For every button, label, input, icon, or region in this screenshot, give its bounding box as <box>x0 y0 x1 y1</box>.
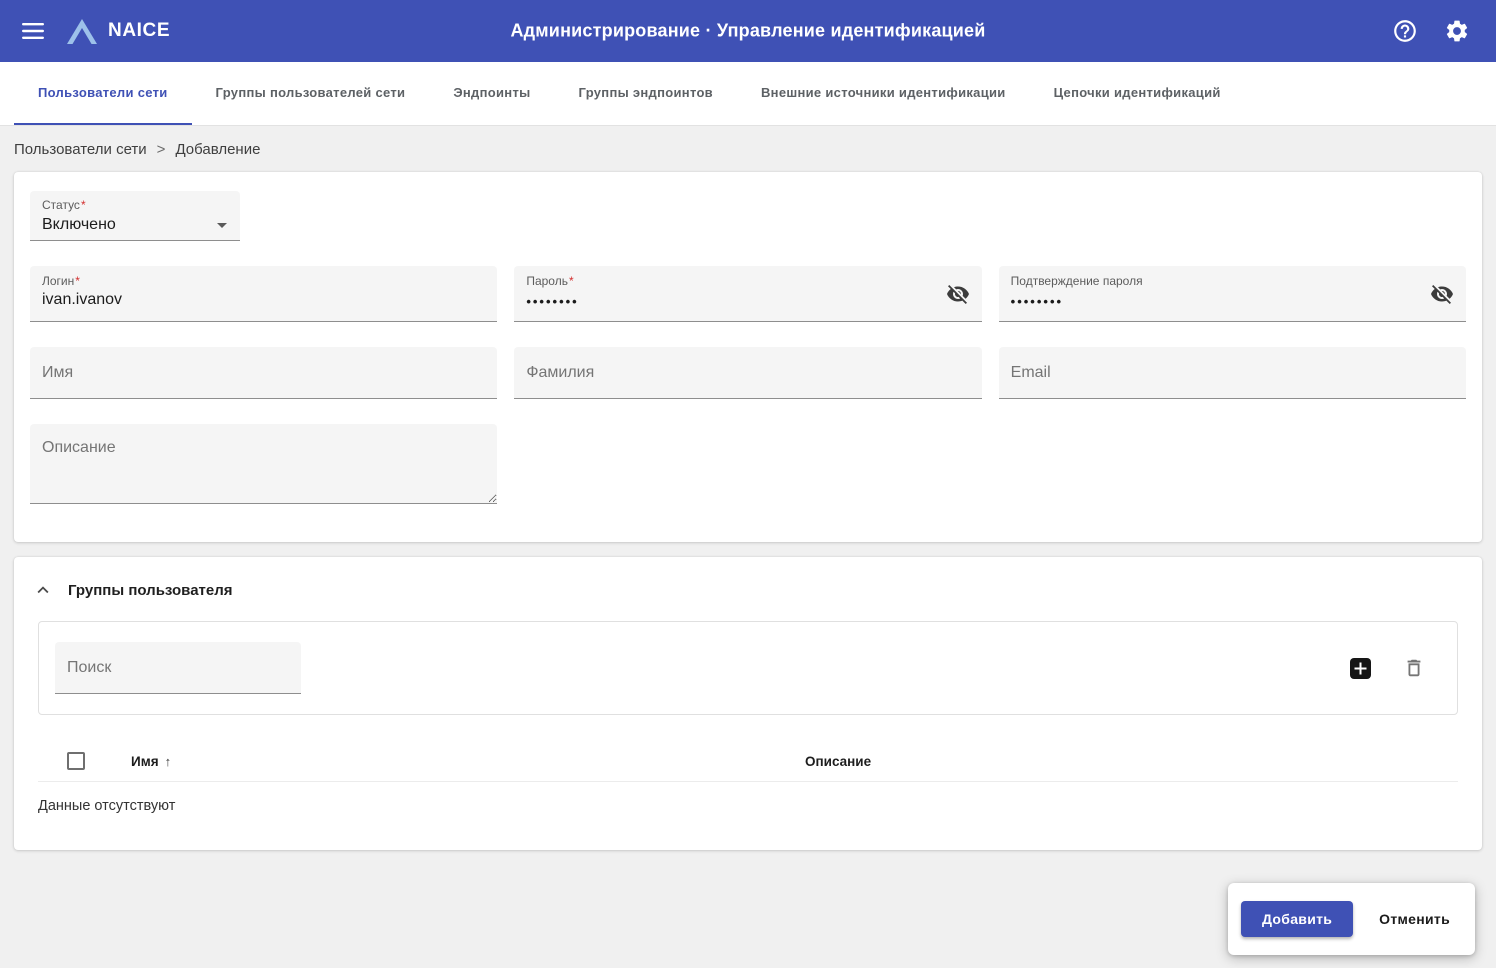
breadcrumb-current: Добавление <box>175 141 260 158</box>
status-select[interactable]: Статус* Включено <box>30 191 240 241</box>
column-header-name[interactable]: Имя ↑ <box>131 754 805 769</box>
app-logo-icon <box>66 18 98 45</box>
add-group-button[interactable] <box>1348 656 1373 681</box>
delete-group-button[interactable] <box>1401 655 1427 681</box>
form-actions-card: Добавить Отменить <box>1228 883 1475 955</box>
cancel-button[interactable]: Отменить <box>1367 901 1462 937</box>
status-label: Статус* <box>42 198 234 212</box>
breadcrumb-separator: > <box>157 141 166 158</box>
groups-section-title: Группы пользователя <box>68 582 233 599</box>
password-confirm-input[interactable] <box>1011 288 1420 309</box>
settings-button[interactable] <box>1438 12 1476 50</box>
group-search-input[interactable] <box>67 659 289 677</box>
login-field: Логин* <box>30 266 497 322</box>
description-input[interactable] <box>30 424 497 504</box>
brand-name: NAICE <box>108 20 170 42</box>
tab-identity-chains[interactable]: Цепочки идентификаций <box>1030 62 1245 125</box>
app-bar: NAICE Администрирование · Управление иде… <box>0 0 1496 62</box>
breadcrumb: Пользователи сети > Добавление <box>0 126 1496 172</box>
login-input[interactable] <box>42 288 485 309</box>
toggle-password-confirm-visibility-button[interactable] <box>1428 280 1456 308</box>
empty-table-message: Данные отсутствуют <box>38 798 1458 814</box>
required-marker: * <box>75 274 80 288</box>
password-field: Пароль* <box>514 266 981 322</box>
user-groups-card: Группы пользователя Имя ↑ <box>14 557 1482 850</box>
password-label: Пароль* <box>526 274 969 288</box>
first-name-input[interactable] <box>42 364 485 382</box>
breadcrumb-root[interactable]: Пользователи сети <box>14 141 147 158</box>
gear-icon <box>1444 18 1470 44</box>
column-header-description[interactable]: Описание <box>805 754 871 769</box>
groups-toolbar <box>38 621 1458 715</box>
eye-off-icon <box>1430 282 1454 306</box>
form-grid: Логин* Пароль* Подтверждение пароля <box>30 266 1466 504</box>
collapse-section-button[interactable] <box>30 577 56 603</box>
group-search-field <box>55 642 301 694</box>
tab-endpoint-groups[interactable]: Группы эндпоинтов <box>555 62 737 125</box>
add-box-icon <box>1350 658 1371 679</box>
trash-icon <box>1403 657 1425 679</box>
toggle-password-visibility-button[interactable] <box>944 280 972 308</box>
tab-network-user-groups[interactable]: Группы пользователей сети <box>192 62 430 125</box>
required-marker: * <box>569 274 574 288</box>
password-confirm-field: Подтверждение пароля <box>999 266 1466 322</box>
select-all-checkbox[interactable] <box>67 752 85 770</box>
login-label: Логин* <box>42 274 485 288</box>
tab-external-identity-sources[interactable]: Внешние источники идентификации <box>737 62 1030 125</box>
last-name-input[interactable] <box>526 364 969 382</box>
email-field <box>999 347 1466 399</box>
submit-button[interactable]: Добавить <box>1241 901 1353 937</box>
groups-toolbar-actions <box>1348 655 1441 681</box>
first-name-field <box>30 347 497 399</box>
password-input[interactable] <box>526 288 935 309</box>
email-input[interactable] <box>1011 364 1454 382</box>
page-title: Администрирование · Управление идентифик… <box>510 21 985 42</box>
menu-button[interactable] <box>16 17 50 45</box>
app-bar-right <box>1386 12 1480 50</box>
sort-asc-icon: ↑ <box>165 754 172 769</box>
hamburger-icon <box>22 23 44 39</box>
status-value: Включено <box>42 216 116 234</box>
tab-network-users[interactable]: Пользователи сети <box>14 62 192 125</box>
dropdown-arrow-icon <box>210 213 234 237</box>
help-icon <box>1392 18 1418 44</box>
groups-header: Группы пользователя <box>14 557 1482 619</box>
password-confirm-label: Подтверждение пароля <box>1011 274 1454 288</box>
help-button[interactable] <box>1386 12 1424 50</box>
last-name-field <box>514 347 981 399</box>
tab-bar: Пользователи сети Группы пользователей с… <box>0 62 1496 126</box>
chevron-up-icon <box>32 579 54 601</box>
user-form-card: Статус* Включено Логин* Пароль* <box>14 172 1482 542</box>
status-row: Статус* Включено <box>30 191 1466 241</box>
tab-endpoints[interactable]: Эндпоинты <box>429 62 554 125</box>
groups-table-header: Имя ↑ Описание <box>38 741 1458 782</box>
required-marker: * <box>81 198 86 212</box>
eye-off-icon <box>946 282 970 306</box>
app-bar-left: NAICE <box>16 17 170 45</box>
